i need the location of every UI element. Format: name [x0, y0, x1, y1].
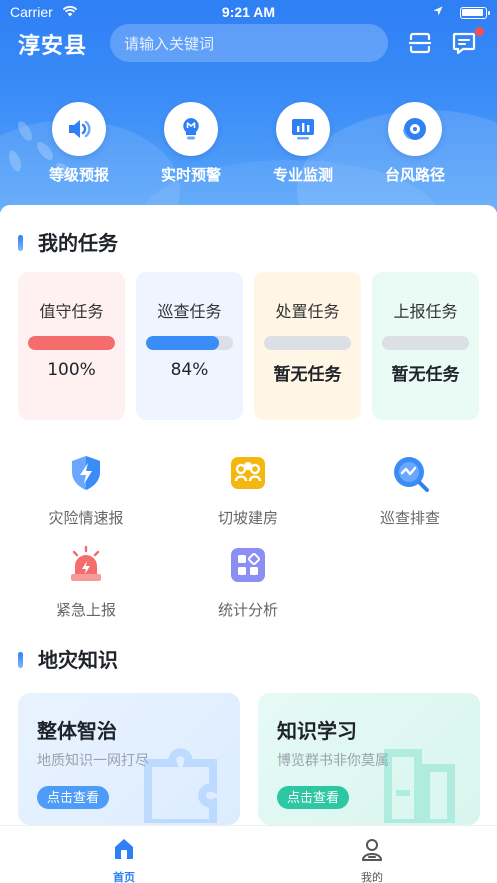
county-title: 淳安县	[18, 34, 88, 59]
battery-icon	[460, 7, 490, 19]
function-patrol-inspection[interactable]: 巡查排查	[340, 453, 480, 528]
quick-link-label: 专业监测	[272, 166, 333, 184]
task-card-disposal[interactable]: 处置任务 暂无任务	[254, 272, 361, 420]
search-placeholder: 请输入关键词	[124, 35, 215, 53]
scan-icon[interactable]	[407, 30, 433, 56]
main-content: 我的任务 值守任务 100% 巡查任务 84% 处置任务 暂无任务 上报任务 暂…	[0, 205, 497, 825]
user-icon	[362, 839, 382, 861]
quick-link-monitoring[interactable]: 专业监测	[248, 102, 358, 185]
view-button[interactable]: 点击查看	[37, 786, 110, 809]
section-bar	[18, 652, 23, 668]
puzzle-icon	[144, 748, 217, 823]
quick-link-typhoon-path[interactable]: 台风路径	[360, 102, 470, 185]
quick-link-label: 实时预警	[160, 166, 221, 184]
function-label: 巡查排查	[379, 509, 440, 527]
home-icon	[115, 839, 133, 859]
task-value: 暂无任务	[273, 365, 342, 385]
quick-link-level-forecast[interactable]: 等级预报	[24, 102, 134, 185]
function-label: 统计分析	[217, 601, 278, 619]
grid-stats-icon	[231, 548, 265, 582]
function-label: 灾险情速报	[48, 509, 124, 527]
alert-bulb-icon	[164, 102, 218, 156]
function-label: 切坡建房	[217, 509, 278, 527]
search-inspect-icon	[394, 457, 429, 492]
tab-label: 首页	[113, 871, 135, 883]
message-icon[interactable]	[451, 30, 477, 56]
task-value: 暂无任务	[391, 365, 460, 385]
location-arrow-icon	[433, 6, 443, 16]
task-name: 巡查任务	[157, 302, 222, 321]
task-progress-track	[264, 336, 351, 350]
status-bar: Carrier 9:21 AM	[0, 0, 497, 24]
task-value: 100%	[47, 360, 96, 380]
function-emergency-report[interactable]: 紧急上报	[16, 545, 156, 620]
speaker-icon	[52, 102, 106, 156]
task-card-duty[interactable]: 值守任务 100%	[18, 272, 125, 420]
task-progress-track	[382, 336, 469, 350]
tab-home[interactable]: 首页	[74, 836, 174, 883]
unread-dot	[475, 27, 484, 36]
header: Carrier 9:21 AM 淳安县 请输入关键词 等级预报 实时预警 专业监…	[0, 0, 497, 212]
task-progress-track	[146, 336, 233, 350]
knowledge-card-subtitle: 博览群书非你莫属	[277, 753, 389, 769]
lightning-shield-icon	[72, 456, 100, 490]
task-card-patrol[interactable]: 巡查任务 84%	[136, 272, 243, 420]
tab-bar: 首页 我的	[0, 825, 497, 883]
book-icon	[384, 749, 455, 823]
knowledge-card-governance[interactable]: 整体智治 地质知识一网打尽 点击查看	[18, 693, 240, 825]
tab-profile[interactable]: 我的	[322, 836, 422, 883]
task-progress-fill	[28, 336, 115, 350]
function-disaster-report[interactable]: 灾险情速报	[16, 453, 156, 528]
title-row: 淳安县 请输入关键词	[0, 24, 497, 64]
task-name: 值守任务	[39, 302, 104, 321]
siren-icon	[71, 545, 101, 581]
quick-link-label: 台风路径	[384, 166, 445, 184]
section-bar	[18, 235, 23, 251]
quick-link-label: 等级预报	[48, 166, 109, 184]
section-title-text: 我的任务	[38, 231, 118, 255]
function-label: 紧急上报	[55, 601, 116, 619]
task-name: 上报任务	[393, 302, 458, 321]
search-input[interactable]: 请输入关键词	[110, 24, 388, 62]
typhoon-icon	[388, 102, 442, 156]
people-group-icon	[231, 457, 265, 489]
knowledge-card-learning[interactable]: 知识学习 博览群书非你莫属 点击查看	[258, 693, 480, 825]
monitor-chart-icon	[276, 102, 330, 156]
tab-label: 我的	[361, 871, 383, 883]
section-title-text: 地灾知识	[38, 648, 118, 672]
view-button[interactable]: 点击查看	[277, 786, 350, 809]
task-progress-fill	[146, 336, 220, 350]
knowledge-card-subtitle: 地质知识一网打尽	[37, 753, 149, 769]
function-slope-building[interactable]: 切坡建房	[178, 453, 318, 528]
task-name: 处置任务	[275, 302, 340, 321]
task-progress-track	[28, 336, 115, 350]
task-card-report[interactable]: 上报任务 暂无任务	[372, 272, 479, 420]
function-statistics[interactable]: 统计分析	[178, 545, 318, 620]
knowledge-card-title: 知识学习	[277, 719, 357, 743]
quick-links: 等级预报 实时预警 专业监测 台风路径	[0, 102, 497, 192]
clock: 9:21 AM	[221, 4, 276, 20]
knowledge-card-title: 整体智治	[37, 719, 117, 743]
task-value: 84%	[170, 360, 209, 380]
quick-link-realtime-alert[interactable]: 实时预警	[136, 102, 246, 185]
